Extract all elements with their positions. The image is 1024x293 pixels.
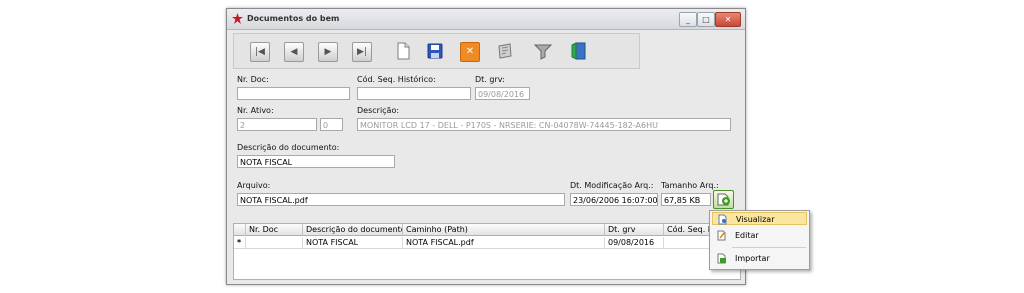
table-cell[interactable] — [246, 237, 303, 249]
cod-seq-historico-label: Cód. Seq. Histórico: — [357, 75, 436, 84]
menu-item-editar[interactable]: Editar — [712, 229, 807, 242]
grid-header-descricao[interactable]: Descrição do documento — [303, 224, 403, 236]
app-star-icon — [232, 13, 243, 24]
descricao-documento-label: Descrição do documento: — [237, 143, 340, 152]
nr-doc-label: Nr. Doc: — [237, 75, 269, 84]
file-context-menu: Visualizar Editar Importar — [709, 210, 810, 270]
filter-funnel-icon — [533, 44, 553, 60]
nr-ativo-label: Nr. Ativo: — [237, 106, 274, 115]
tamanho-label: Tamanho Arq.: — [661, 181, 719, 190]
import-document-icon — [717, 253, 726, 264]
cod-seq-historico-field[interactable] — [357, 87, 471, 100]
documents-grid: Nr. Doc Descrição do documento Caminho (… — [233, 223, 741, 280]
edit-document-icon — [717, 230, 726, 241]
new-document-button[interactable] — [394, 42, 412, 60]
grid-header-caminho[interactable]: Caminho (Path) — [403, 224, 605, 236]
menu-item-importar[interactable]: Importar — [712, 252, 807, 265]
save-button[interactable] — [426, 42, 444, 60]
scan-button[interactable] — [496, 42, 514, 60]
nr-ativo-field[interactable]: 2 — [237, 118, 317, 131]
grid-header-dt-grv[interactable]: Dt. grv — [605, 224, 664, 236]
descricao-field[interactable]: MONITOR LCD 17 - DELL - P170S - NRSERIE:… — [357, 118, 731, 131]
previous-record-button[interactable]: ◀ — [284, 42, 304, 62]
view-document-icon — [718, 214, 727, 225]
filter-button[interactable] — [533, 42, 553, 60]
first-record-button[interactable]: |◀ — [250, 42, 270, 62]
descricao-label: Descrição: — [357, 106, 400, 115]
file-actions-icon — [717, 193, 730, 206]
menu-item-label: Editar — [735, 231, 759, 240]
new-document-icon — [397, 42, 410, 60]
arquivo-label: Arquivo: — [237, 181, 271, 190]
exit-button[interactable] — [570, 42, 588, 60]
last-record-button[interactable]: ▶| — [352, 42, 372, 62]
scan-document-icon — [498, 43, 512, 59]
grid-header-nr-doc[interactable]: Nr. Doc — [246, 224, 303, 236]
menu-item-label: Importar — [735, 254, 770, 263]
nr-doc-field[interactable] — [237, 87, 350, 100]
tamanho-field[interactable]: 67,85 KB — [661, 193, 711, 206]
menu-item-visualizar[interactable]: Visualizar — [712, 212, 807, 225]
nr-ativo-sequence-field[interactable]: 0 — [320, 118, 343, 131]
descricao-documento-field[interactable]: NOTA FISCAL — [237, 155, 395, 168]
arquivo-field[interactable]: NOTA FISCAL.pdf — [237, 193, 565, 206]
toolbar: |◀ ◀ ▶ ▶| ✕ — [233, 33, 640, 69]
maximize-button[interactable]: □ — [697, 12, 715, 27]
dt-grv-field[interactable]: 09/08/2016 — [475, 87, 530, 100]
menu-item-label: Visualizar — [736, 215, 775, 224]
minimize-button[interactable]: _ — [679, 12, 697, 27]
cancel-button[interactable]: ✕ — [460, 42, 480, 62]
file-actions-button[interactable] — [713, 190, 734, 209]
dt-grv-label: Dt. grv: — [475, 75, 505, 84]
title-bar[interactable]: Documentos do bem _ □ ✕ — [227, 9, 745, 30]
dt-modificacao-label: Dt. Modificação Arq.: — [570, 181, 654, 190]
table-cell[interactable]: 09/08/2016 — [605, 237, 664, 249]
next-record-button[interactable]: ▶ — [318, 42, 338, 62]
table-cell[interactable]: NOTA FISCAL — [303, 237, 403, 249]
grid-header-indicator — [234, 224, 246, 236]
table-cell[interactable]: NOTA FISCAL.pdf — [403, 237, 605, 249]
exit-door-icon — [571, 42, 586, 60]
dt-modificacao-field[interactable]: 23/06/2006 16:07:00 — [570, 193, 658, 206]
window-title: Documentos do bem — [247, 14, 340, 23]
menu-separator — [732, 247, 806, 248]
close-button[interactable]: ✕ — [715, 12, 741, 27]
save-icon — [427, 43, 443, 59]
grid-row-indicator[interactable]: * — [234, 237, 246, 249]
documents-window: Documentos do bem _ □ ✕ |◀ ◀ ▶ ▶| ✕ Nr. … — [226, 8, 746, 285]
